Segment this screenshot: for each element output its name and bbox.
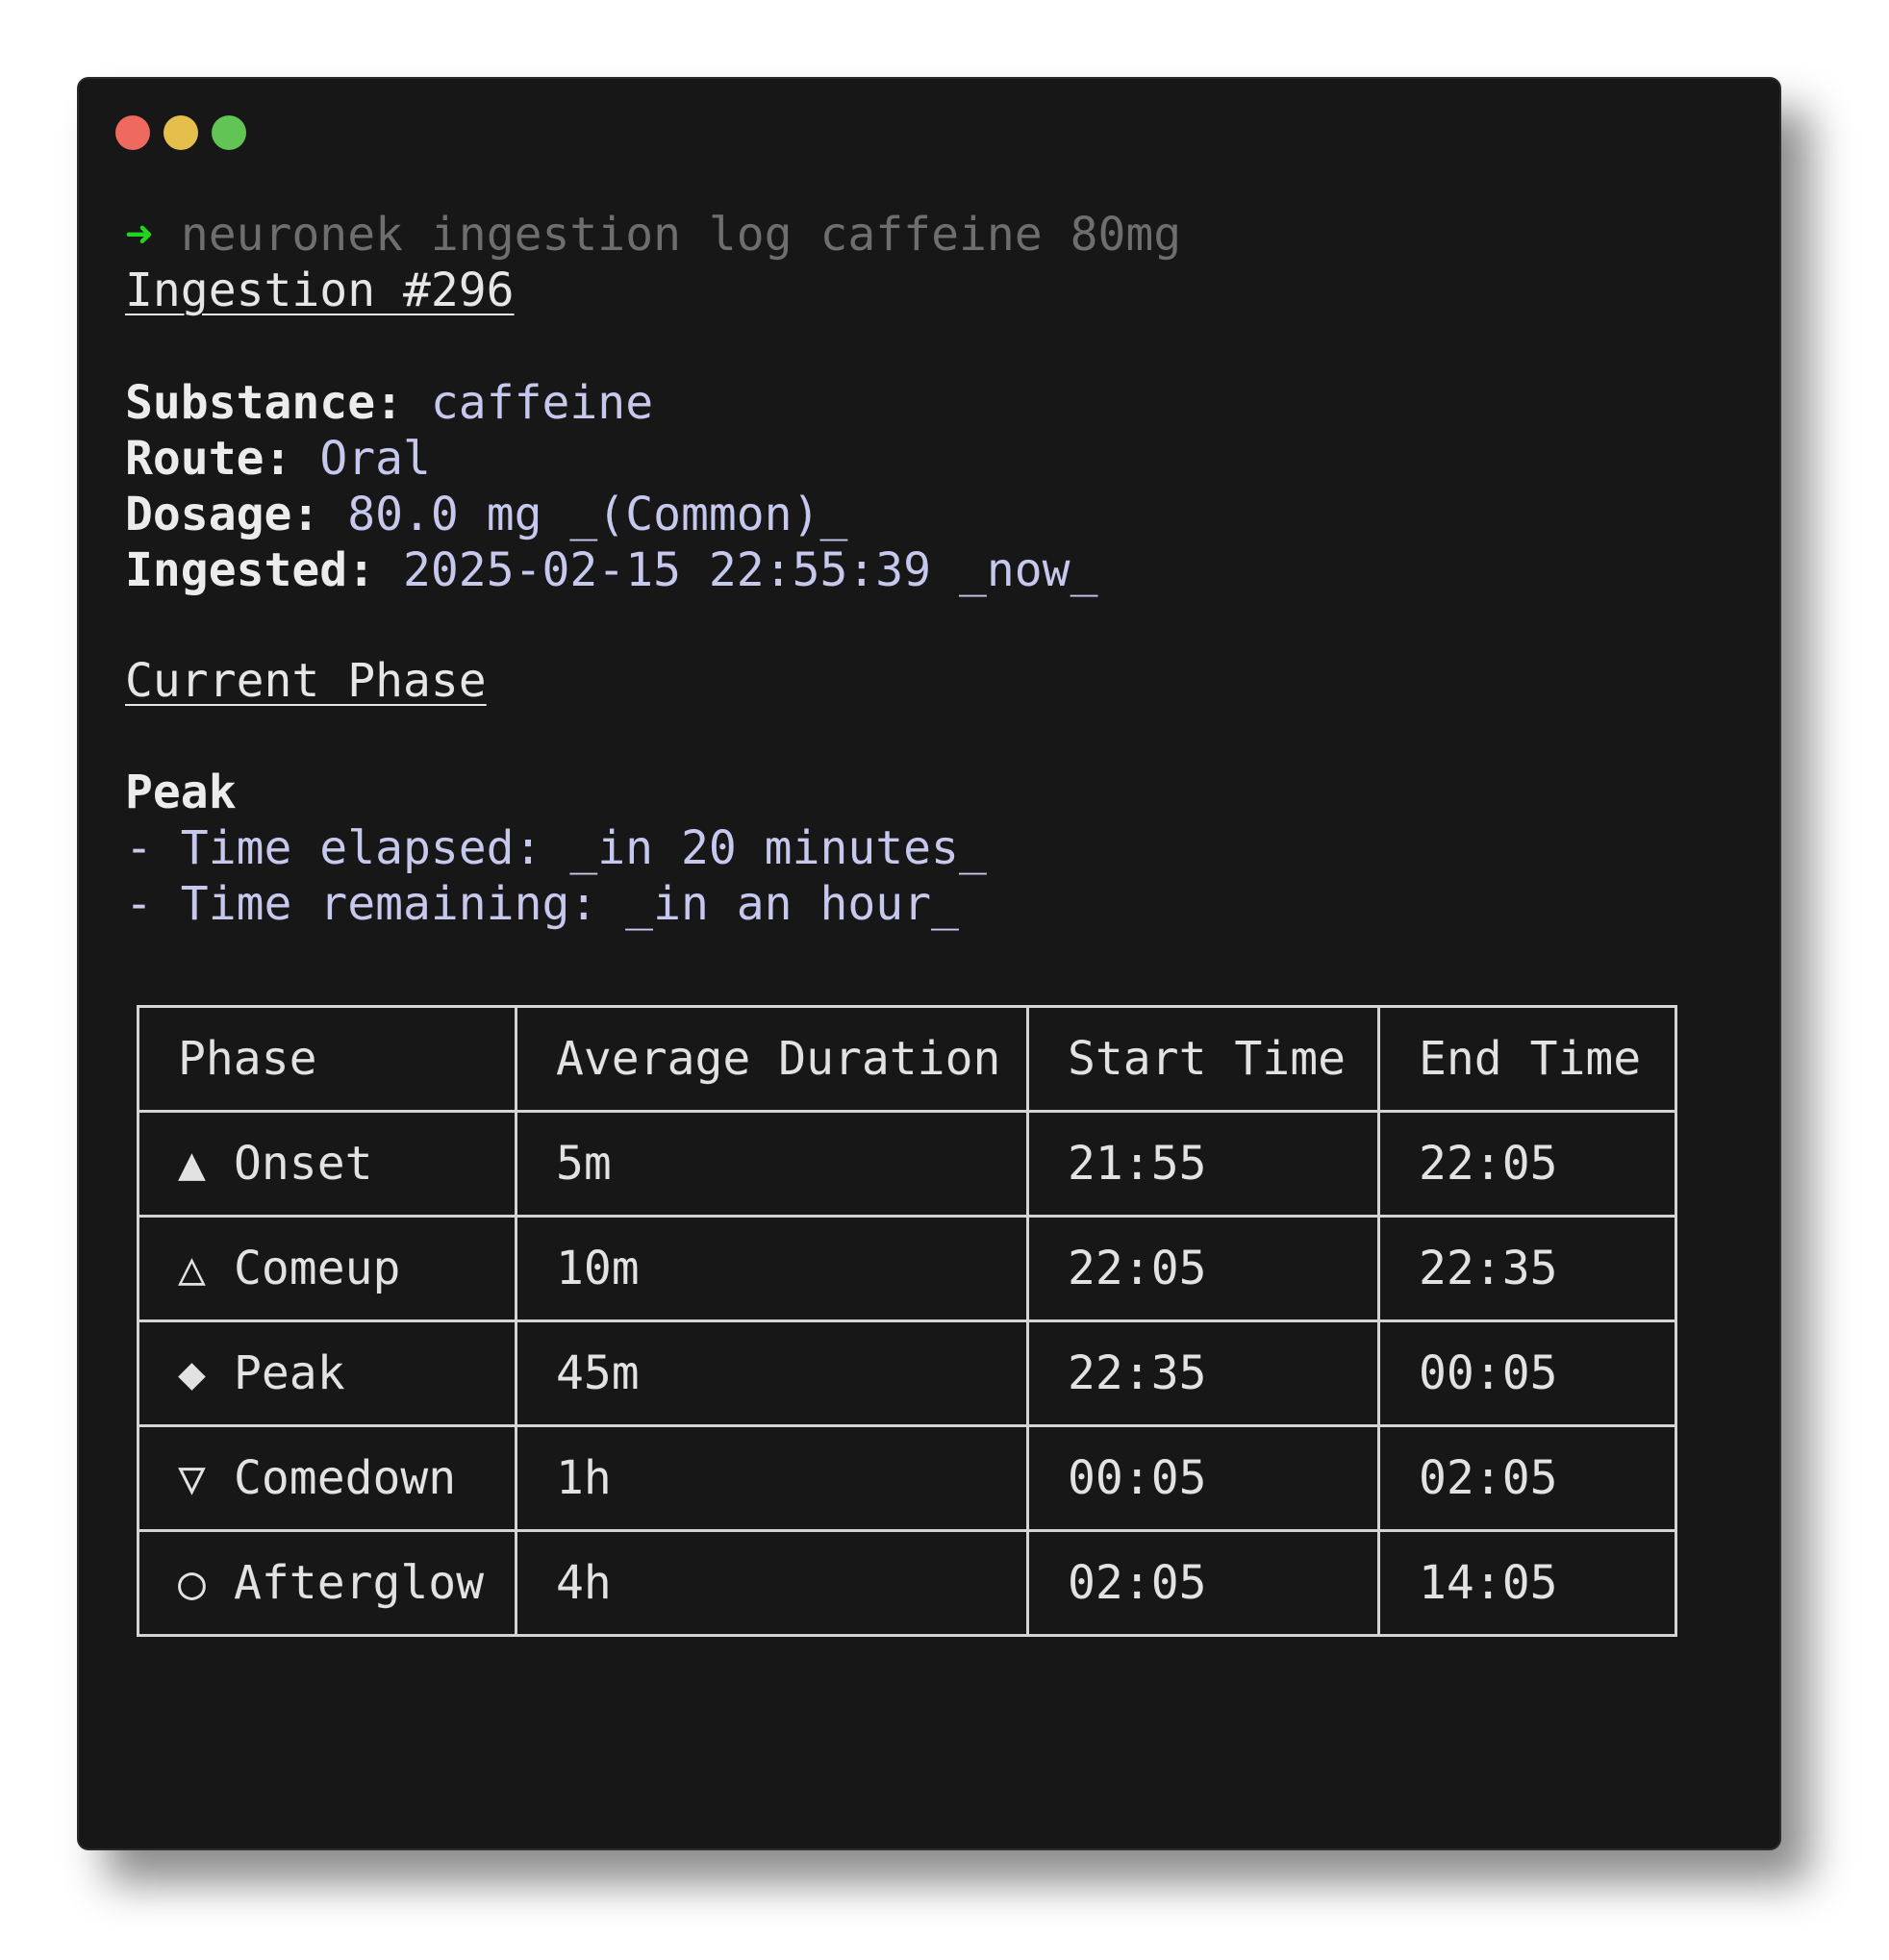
field-value: caffeine bbox=[430, 376, 654, 430]
duration-cell: 4h bbox=[515, 1529, 1029, 1637]
end-cell: 00:05 bbox=[1377, 1319, 1677, 1427]
filled-triangle-up-icon: ▲ bbox=[178, 1137, 206, 1191]
phase-cell: ▲ Onset bbox=[137, 1110, 517, 1218]
current-phase-heading: Current Phase bbox=[125, 653, 487, 709]
start-cell: 21:55 bbox=[1026, 1110, 1380, 1218]
field-value: Oral bbox=[319, 432, 431, 486]
field-label: Dosage bbox=[125, 488, 292, 541]
phase-cell: ▽ Comedown bbox=[137, 1424, 517, 1532]
duration-cell: 5m bbox=[515, 1110, 1029, 1218]
table-row: ○ Afterglow 4h 02:05 14:05 bbox=[137, 1529, 1677, 1637]
field-label: Ingested bbox=[125, 543, 348, 597]
table-row: ▲ Onset 5m 21:55 22:05 bbox=[137, 1110, 1677, 1218]
field-route: Route: Oral bbox=[125, 432, 431, 486]
phase-table: Phase Average Duration Start Time End Ti… bbox=[137, 1005, 1677, 1637]
end-cell: 22:35 bbox=[1377, 1215, 1677, 1322]
start-cell: 00:05 bbox=[1026, 1424, 1380, 1532]
window-controls bbox=[115, 115, 246, 150]
column-header-duration: Average Duration bbox=[515, 1005, 1029, 1113]
command-text: neuronek ingestion log caffeine 80mg bbox=[180, 208, 1182, 262]
circle-icon: ○ bbox=[178, 1556, 206, 1610]
duration-cell: 45m bbox=[515, 1319, 1029, 1427]
start-cell: 22:35 bbox=[1026, 1319, 1380, 1427]
start-cell: 02:05 bbox=[1026, 1529, 1380, 1637]
column-header-end: End Time bbox=[1377, 1005, 1677, 1113]
start-cell: 22:05 bbox=[1026, 1215, 1380, 1322]
duration-cell: 1h bbox=[515, 1424, 1029, 1532]
table-row: ▽ Comedown 1h 00:05 02:05 bbox=[137, 1424, 1677, 1532]
outline-triangle-down-icon: ▽ bbox=[178, 1451, 206, 1505]
time-remaining: - Time remaining: _in an hour_ bbox=[125, 877, 959, 931]
current-phase-name: Peak bbox=[125, 766, 237, 819]
table-header-row: Phase Average Duration Start Time End Ti… bbox=[137, 1005, 1677, 1113]
field-label: Route bbox=[125, 432, 264, 486]
end-cell: 14:05 bbox=[1377, 1529, 1677, 1637]
end-cell: 02:05 bbox=[1377, 1424, 1677, 1532]
maximize-button[interactable] bbox=[212, 115, 246, 150]
phase-cell: ○ Afterglow bbox=[137, 1529, 517, 1637]
field-value: 80.0 mg _(Common)_ bbox=[347, 488, 848, 541]
diamond-icon: ◆ bbox=[178, 1346, 206, 1400]
time-elapsed: - Time elapsed: _in 20 minutes_ bbox=[125, 821, 987, 875]
phase-cell: ◆ Peak bbox=[137, 1319, 517, 1427]
column-header-phase: Phase bbox=[137, 1005, 517, 1113]
table-row: ◆ Peak 45m 22:35 00:05 bbox=[137, 1319, 1677, 1427]
current-phase-title: Current Phase bbox=[125, 654, 487, 708]
prompt-arrow-icon: ➜ bbox=[125, 208, 153, 262]
terminal-window: ➜ neuronek ingestion log caffeine 80mg I… bbox=[77, 77, 1781, 1850]
command-line: ➜ neuronek ingestion log caffeine 80mg bbox=[125, 207, 1181, 263]
duration-cell: 10m bbox=[515, 1215, 1029, 1322]
field-ingested: Ingested: 2025-02-15 22:55:39 _now_ bbox=[125, 543, 1098, 597]
minimize-button[interactable] bbox=[164, 115, 198, 150]
field-label: Substance bbox=[125, 376, 376, 430]
phase-cell: △ Comeup bbox=[137, 1215, 517, 1322]
ingestion-heading: Ingestion #296 bbox=[125, 263, 515, 318]
outline-triangle-up-icon: △ bbox=[178, 1242, 206, 1295]
ingestion-title: Ingestion #296 bbox=[125, 264, 515, 317]
field-value: 2025-02-15 22:55:39 _now_ bbox=[403, 543, 1098, 597]
close-button[interactable] bbox=[115, 115, 150, 150]
field-dosage: Dosage: 80.0 mg _(Common)_ bbox=[125, 488, 848, 541]
end-cell: 22:05 bbox=[1377, 1110, 1677, 1218]
column-header-start: Start Time bbox=[1026, 1005, 1380, 1113]
table-row: △ Comeup 10m 22:05 22:35 bbox=[137, 1215, 1677, 1322]
field-substance: Substance: caffeine bbox=[125, 376, 654, 430]
